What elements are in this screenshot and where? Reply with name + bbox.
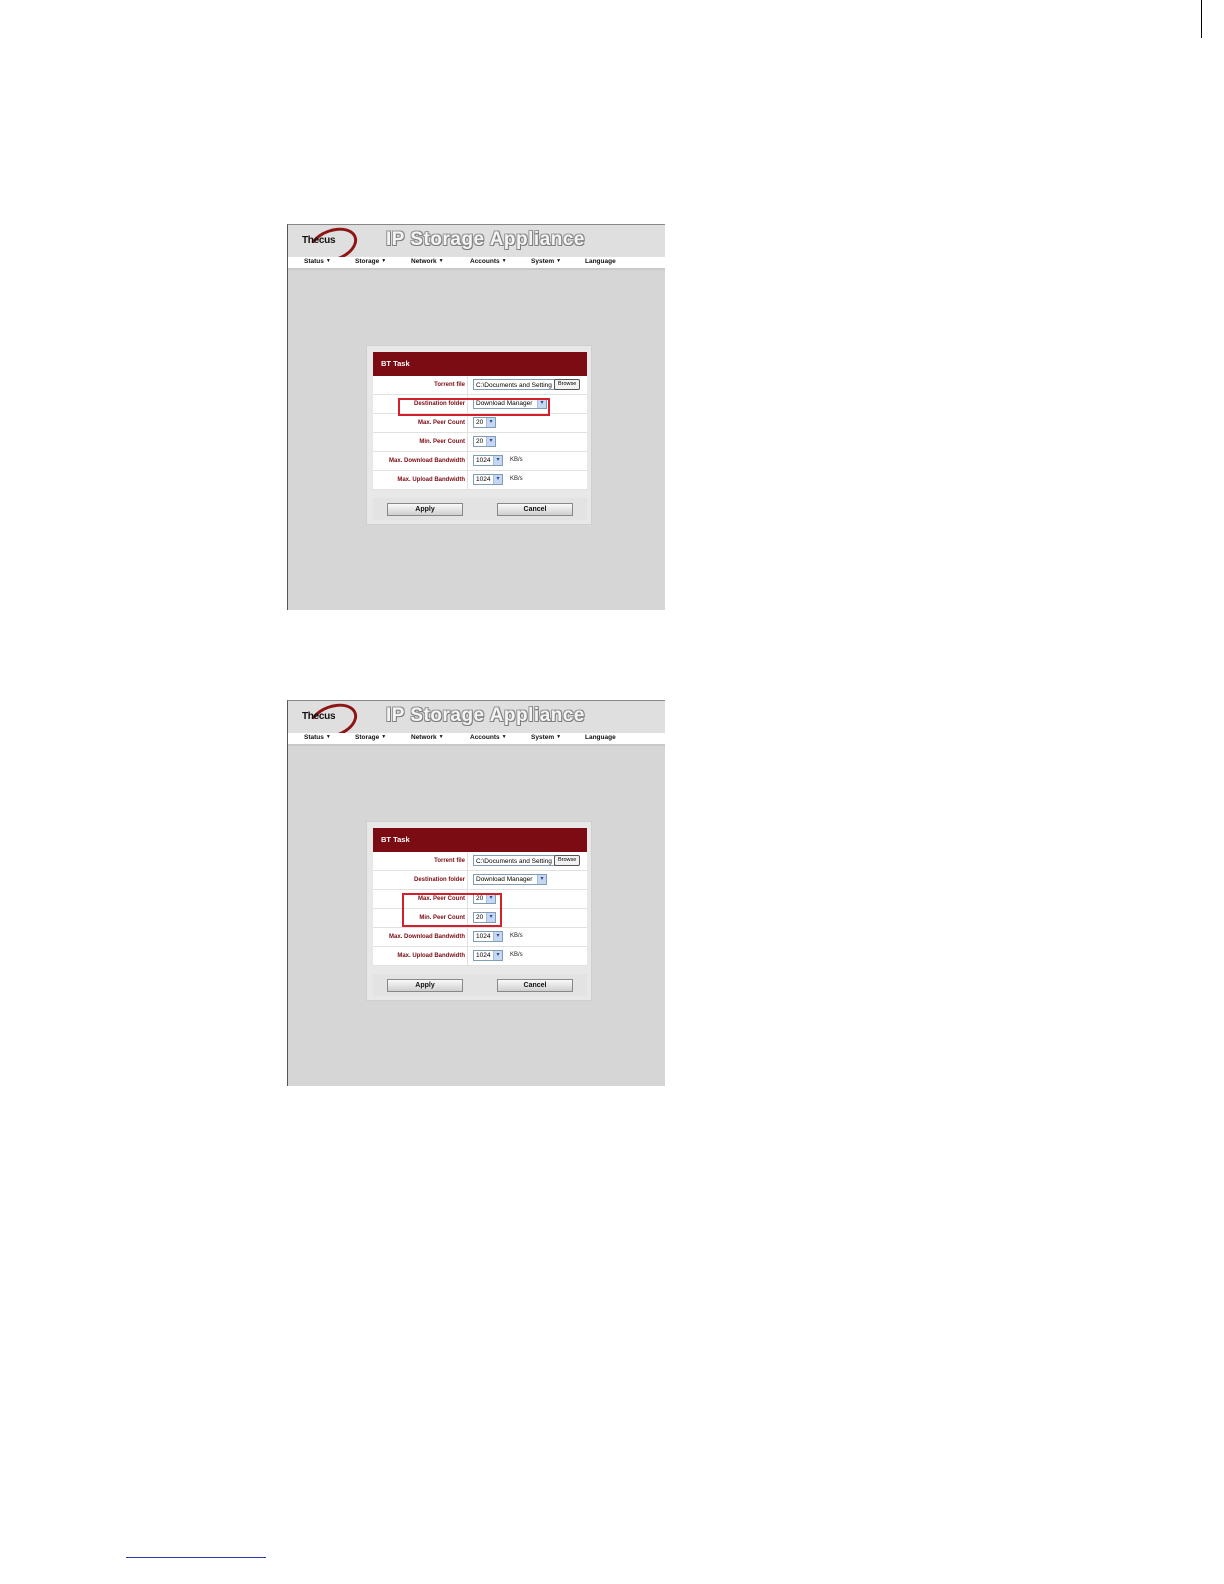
chevron-down-icon: ▼ bbox=[556, 258, 562, 264]
row-max-upload-bandwidth: Max. Upload Bandwidth 1024 ▾ KB/s bbox=[373, 947, 587, 966]
menu-accounts[interactable]: Accounts ▼ bbox=[470, 258, 507, 265]
min-peer-count-select[interactable]: 20 ▾ bbox=[473, 436, 496, 447]
row-max-download-bandwidth: Max. Download Bandwidth 1024 ▾ KB/s bbox=[373, 928, 587, 947]
dialog-buttons: Apply Cancel bbox=[373, 974, 587, 996]
max-upload-bandwidth-label: Max. Upload Bandwidth bbox=[373, 471, 468, 489]
bt-task-form: Torrent file C:\Documents and Setting Bro… bbox=[373, 376, 587, 490]
app-title: IP Storage Appliance bbox=[386, 229, 585, 250]
menu-system[interactable]: System ▼ bbox=[531, 734, 561, 741]
chevron-down-icon: ▼ bbox=[381, 258, 387, 264]
dialog-buttons: Apply Cancel bbox=[373, 498, 587, 520]
chevron-down-icon: ▼ bbox=[438, 734, 444, 740]
thecus-logo: Thecus bbox=[302, 225, 362, 269]
menu-network[interactable]: Network ▼ bbox=[411, 734, 444, 741]
page-margin-line bbox=[1201, 0, 1202, 38]
app-title: IP Storage Appliance bbox=[386, 705, 585, 726]
row-torrent-file: Torrent file C:\Documents and Setting Bro… bbox=[373, 852, 587, 871]
menu-system[interactable]: System ▼ bbox=[531, 258, 561, 265]
thecus-logo: Thecus bbox=[302, 701, 362, 745]
upload-unit: KB/s bbox=[510, 476, 523, 482]
menu-storage[interactable]: Storage ▼ bbox=[355, 734, 386, 741]
row-max-download-bandwidth: Max. Download Bandwidth 1024 ▾ KB/s bbox=[373, 452, 587, 471]
menu-bar: Status ▼ Storage ▼ Network ▼ Accounts ▼ Syst… bbox=[288, 733, 665, 746]
highlight-peer-count bbox=[402, 893, 502, 927]
menu-bar: Status ▼ Storage ▼ Network ▼ Accounts ▼ Syst… bbox=[288, 257, 665, 270]
upload-unit: KB/s bbox=[510, 952, 523, 958]
download-unit: KB/s bbox=[510, 457, 523, 463]
chevron-down-icon: ▼ bbox=[556, 734, 562, 740]
highlight-destination-folder bbox=[398, 398, 550, 416]
row-destination-folder: Destination folder Download Manager ▾ bbox=[373, 871, 587, 890]
cancel-button[interactable]: Cancel bbox=[497, 503, 573, 516]
max-peer-count-label: Max. Peer Count bbox=[373, 414, 468, 432]
apply-button[interactable]: Apply bbox=[387, 503, 463, 516]
max-upload-bandwidth-select[interactable]: 1024 ▾ bbox=[473, 474, 503, 485]
menu-status[interactable]: Status ▼ bbox=[304, 734, 331, 741]
max-download-bandwidth-select[interactable]: 1024 ▾ bbox=[473, 455, 503, 466]
browse-button[interactable]: Browse bbox=[554, 855, 581, 866]
max-download-bandwidth-label: Max. Download Bandwidth bbox=[373, 928, 468, 946]
app-header: Thecus IP Storage Appliance bbox=[288, 701, 665, 745]
screenshot-peer-count: Thecus IP Storage Appliance Status ▼ Stor… bbox=[287, 700, 665, 1086]
chevron-down-icon: ▼ bbox=[438, 258, 444, 264]
browse-button[interactable]: Browse bbox=[554, 379, 581, 390]
chevron-down-icon: ▾ bbox=[537, 875, 546, 884]
chevron-down-icon: ▾ bbox=[486, 437, 495, 446]
chevron-down-icon: ▾ bbox=[486, 418, 495, 427]
dialog-title-bar: BT Task bbox=[373, 352, 587, 376]
bt-task-dialog: BT Task Torrent file C:\Documents and Se… bbox=[366, 345, 592, 525]
cancel-button[interactable]: Cancel bbox=[497, 979, 573, 992]
chevron-down-icon: ▾ bbox=[493, 932, 502, 941]
destination-folder-label: Destination folder bbox=[373, 871, 468, 889]
torrent-file-label: Torrent file bbox=[373, 376, 468, 394]
menu-language[interactable]: Language bbox=[585, 258, 616, 265]
chevron-down-icon: ▼ bbox=[325, 734, 331, 740]
row-torrent-file: Torrent file C:\Documents and Setting Bro… bbox=[373, 376, 587, 395]
chevron-down-icon: ▾ bbox=[493, 951, 502, 960]
max-upload-bandwidth-select[interactable]: 1024 ▾ bbox=[473, 950, 503, 961]
max-upload-bandwidth-label: Max. Upload Bandwidth bbox=[373, 947, 468, 965]
menu-accounts[interactable]: Accounts ▼ bbox=[470, 734, 507, 741]
chevron-down-icon: ▾ bbox=[493, 456, 502, 465]
footnote-rule bbox=[126, 1557, 266, 1558]
max-peer-count-select[interactable]: 20 ▾ bbox=[473, 417, 496, 428]
destination-folder-select[interactable]: Download Manager ▾ bbox=[473, 874, 547, 885]
max-download-bandwidth-select[interactable]: 1024 ▾ bbox=[473, 931, 503, 942]
logo-text: Thecus bbox=[302, 711, 336, 722]
row-max-upload-bandwidth: Max. Upload Bandwidth 1024 ▾ KB/s bbox=[373, 471, 587, 490]
dialog-title-bar: BT Task bbox=[373, 828, 587, 852]
app-header: Thecus IP Storage Appliance bbox=[288, 225, 665, 269]
torrent-file-label: Torrent file bbox=[373, 852, 468, 870]
chevron-down-icon: ▾ bbox=[493, 475, 502, 484]
chevron-down-icon: ▼ bbox=[325, 258, 331, 264]
menu-status[interactable]: Status ▼ bbox=[304, 258, 331, 265]
dialog-title: BT Task bbox=[381, 359, 410, 368]
chevron-down-icon: ▼ bbox=[501, 734, 507, 740]
menu-language[interactable]: Language bbox=[585, 734, 616, 741]
logo-text: Thecus bbox=[302, 235, 336, 246]
screenshot-destination-folder: Thecus IP Storage Appliance Status ▼ Stor… bbox=[287, 224, 665, 610]
row-max-peer-count: Max. Peer Count 20 ▾ bbox=[373, 414, 587, 433]
dialog-title: BT Task bbox=[381, 835, 410, 844]
menu-storage[interactable]: Storage ▼ bbox=[355, 258, 386, 265]
min-peer-count-label: Min. Peer Count bbox=[373, 433, 468, 451]
chevron-down-icon: ▼ bbox=[501, 258, 507, 264]
torrent-file-input[interactable]: C:\Documents and Setting bbox=[473, 379, 555, 390]
row-min-peer-count: Min. Peer Count 20 ▾ bbox=[373, 433, 587, 452]
apply-button[interactable]: Apply bbox=[387, 979, 463, 992]
max-download-bandwidth-label: Max. Download Bandwidth bbox=[373, 452, 468, 470]
chevron-down-icon: ▼ bbox=[381, 734, 387, 740]
menu-network[interactable]: Network ▼ bbox=[411, 258, 444, 265]
torrent-file-input[interactable]: C:\Documents and Setting bbox=[473, 855, 555, 866]
bt-task-dialog: BT Task Torrent file C:\Documents and Se… bbox=[366, 821, 592, 1001]
download-unit: KB/s bbox=[510, 933, 523, 939]
